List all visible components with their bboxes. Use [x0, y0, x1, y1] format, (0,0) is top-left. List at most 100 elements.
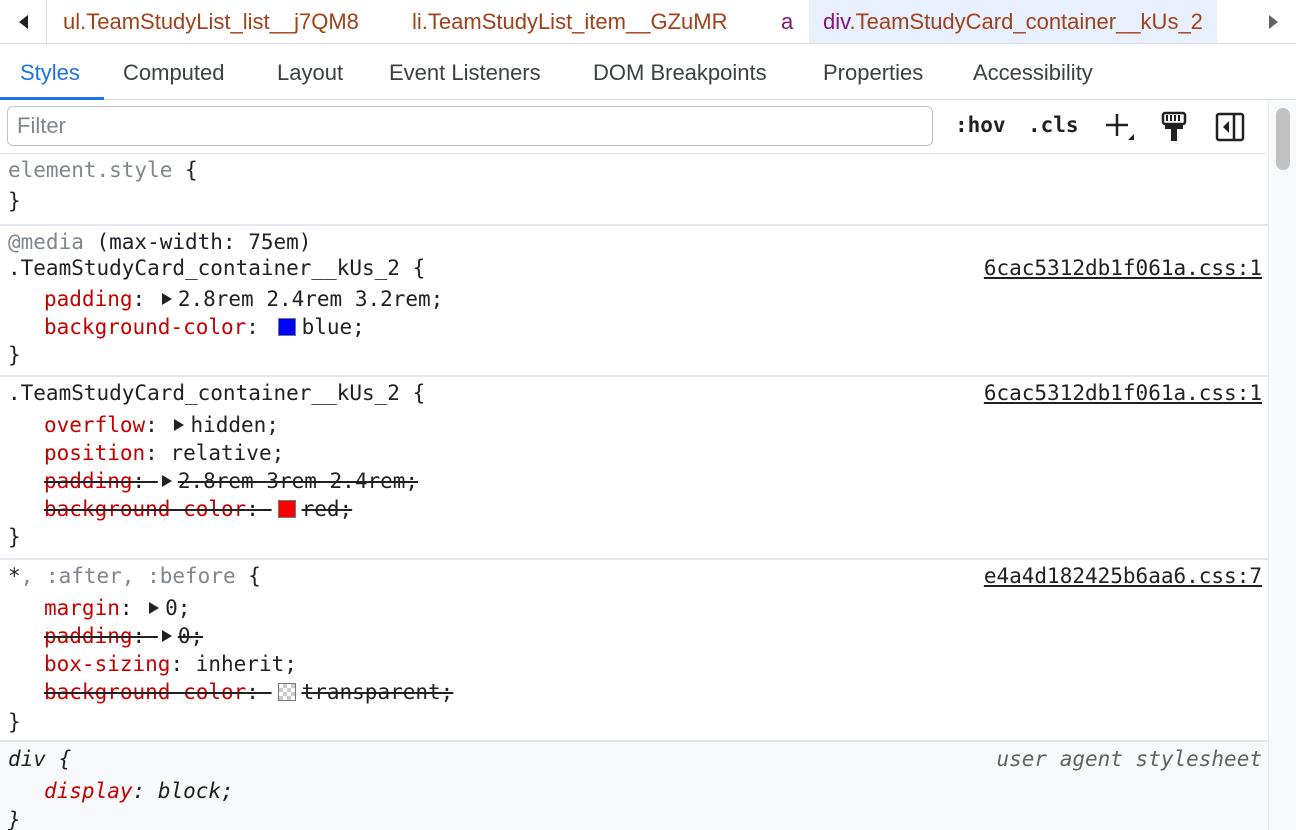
style-rule-element: element.style { }	[0, 154, 1268, 226]
scroll-right-button[interactable]	[1250, 0, 1296, 43]
colon: :	[170, 652, 196, 676]
property-name: background-color	[44, 680, 247, 704]
new-style-rule-button[interactable]	[1102, 110, 1136, 144]
expand-triangle-icon[interactable]	[149, 602, 160, 614]
colon: :	[246, 680, 272, 704]
tab-layout[interactable]: Layout	[277, 44, 343, 100]
expand-triangle-icon[interactable]	[161, 293, 172, 305]
property-value: inherit;	[195, 652, 297, 676]
property-name: margin	[44, 596, 120, 620]
stylesheet-link[interactable]: e4a4d182425b6aa6.css:7	[984, 562, 1262, 590]
declaration-overflow[interactable]: overflow: hidden;	[44, 411, 279, 439]
property-name: display	[44, 779, 133, 803]
stylesheet-link[interactable]: 6cac5312db1f061a.css:1	[984, 254, 1262, 282]
property-value: relative;	[170, 441, 285, 465]
color-swatch-icon[interactable]	[277, 500, 296, 518]
breadcrumb-tag: div	[823, 9, 850, 34]
property-name: padding	[44, 287, 133, 311]
selector-universal: *	[8, 564, 21, 588]
rule-selector[interactable]: div {	[8, 745, 71, 773]
style-rule-container: .TeamStudyCard_container__kUs_2 { 6cac53…	[0, 377, 1268, 560]
vertical-scrollbar[interactable]	[1268, 100, 1296, 830]
tab-accessibility[interactable]: Accessibility	[973, 44, 1093, 100]
property-name: box-sizing	[44, 652, 171, 676]
close-brace: }	[8, 343, 21, 367]
property-value: red;	[301, 497, 353, 521]
scrollbar-thumb[interactable]	[1276, 108, 1290, 170]
tab-computed[interactable]: Computed	[123, 44, 225, 100]
stylesheet-link[interactable]: 6cac5312db1f061a.css:1	[984, 379, 1262, 407]
property-value: 0;	[177, 624, 204, 648]
breadcrumb-li[interactable]: li.TeamStudyList_item__GZuMR	[412, 0, 727, 43]
colon: :	[132, 624, 158, 648]
close-brace: }	[8, 525, 21, 549]
declaration-padding-overridden[interactable]: padding: 2.8rem 3rem 2.4rem;	[44, 467, 418, 495]
tab-dom-breakpoints[interactable]: DOM Breakpoints	[593, 44, 767, 100]
declaration-box-sizing[interactable]: box-sizing: inherit;	[44, 650, 297, 678]
property-value: 2.8rem 3rem 2.4rem;	[177, 469, 419, 493]
breadcrumb-a[interactable]: a	[781, 0, 793, 43]
sidebar-toggle-icon	[1215, 112, 1245, 142]
property-name: background-color	[44, 315, 247, 339]
property-value: 2.8rem 2.4rem 3.2rem;	[177, 287, 444, 311]
breadcrumb-tag: ul	[63, 9, 81, 34]
rule-selector[interactable]: .TeamStudyCard_container__kUs_2 {	[8, 379, 425, 407]
property-name: position	[44, 441, 146, 465]
property-value: hidden;	[190, 413, 279, 437]
property-name: padding	[44, 624, 133, 648]
declaration-margin[interactable]: margin: 0;	[44, 594, 190, 622]
colon: :	[119, 596, 146, 620]
style-rule-universal: *, :after, :before { e4a4d182425b6aa6.cs…	[0, 560, 1268, 742]
expand-triangle-icon[interactable]	[161, 475, 172, 487]
styles-pane: element.style { } @media (max-width: 75e…	[0, 154, 1268, 830]
declaration-padding-overridden[interactable]: padding: 0;	[44, 622, 203, 650]
breadcrumb-class: .TeamStudyList_item__GZuMR	[421, 9, 728, 34]
plus-icon	[1106, 114, 1134, 140]
declaration-position[interactable]: position: relative;	[44, 439, 284, 467]
rule-selector[interactable]: element.style {	[8, 156, 198, 184]
breadcrumb-ul[interactable]: ul.TeamStudyList_list__j7QM8	[63, 0, 359, 43]
class-toggle-button[interactable]: .cls	[1028, 113, 1079, 137]
filter-input[interactable]	[7, 106, 933, 146]
declaration-background-color-overridden[interactable]: background-color: red;	[44, 495, 352, 523]
color-swatch-icon[interactable]	[277, 318, 296, 336]
color-swatch-icon[interactable]	[277, 683, 296, 701]
styles-toolbar: :hov .cls	[0, 100, 1266, 154]
colon: :	[246, 315, 272, 339]
tab-properties[interactable]: Properties	[823, 44, 923, 100]
user-agent-stylesheet-label: user agent stylesheet	[996, 747, 1262, 771]
chevron-left-icon	[18, 14, 28, 29]
close-brace: }	[8, 189, 21, 213]
rule-selector[interactable]: *, :after, :before {	[8, 562, 261, 590]
rendering-emulation-button[interactable]	[1158, 110, 1192, 144]
close-brace: }	[8, 710, 21, 734]
colon: :	[132, 469, 158, 493]
hover-state-button[interactable]: :hov	[955, 113, 1006, 137]
toggle-sidebar-button[interactable]	[1214, 110, 1248, 144]
property-name: padding	[44, 469, 133, 493]
tab-event-listeners[interactable]: Event Listeners	[389, 44, 541, 100]
scroll-left-button[interactable]	[0, 0, 46, 43]
declaration-padding[interactable]: padding: 2.8rem 2.4rem 3.2rem;	[44, 285, 443, 313]
breadcrumb-div-selected[interactable]: div.TeamStudyCard_container__kUs_2	[809, 0, 1217, 43]
tab-bar: Styles Computed Layout Event Listeners D…	[0, 44, 1296, 100]
dom-breadcrumb-bar: ul.TeamStudyList_list__j7QM8 li.TeamStud…	[0, 0, 1296, 44]
divider	[46, 0, 47, 43]
open-brace: {	[235, 564, 261, 588]
colon: :	[132, 779, 158, 803]
declaration-background-color-overridden[interactable]: background-color: transparent;	[44, 678, 453, 706]
media-query: @media (max-width: 75em)	[8, 228, 311, 256]
declaration-display[interactable]: display: block;	[44, 777, 234, 805]
breadcrumb-class: .TeamStudyList_list__j7QM8	[80, 9, 359, 34]
paint-brush-icon	[1161, 111, 1187, 141]
tab-styles[interactable]: Styles	[20, 44, 80, 100]
property-value: transparent;	[301, 680, 454, 704]
colon: :	[132, 287, 158, 311]
property-name: overflow	[44, 413, 146, 437]
rule-selector[interactable]: .TeamStudyCard_container__kUs_2 {	[8, 254, 425, 282]
declaration-background-color[interactable]: background-color: blue;	[44, 313, 365, 341]
expand-triangle-icon[interactable]	[161, 630, 172, 642]
breadcrumb-tag: li	[412, 9, 422, 34]
expand-triangle-icon[interactable]	[174, 419, 185, 431]
open-brace: {	[172, 158, 198, 182]
